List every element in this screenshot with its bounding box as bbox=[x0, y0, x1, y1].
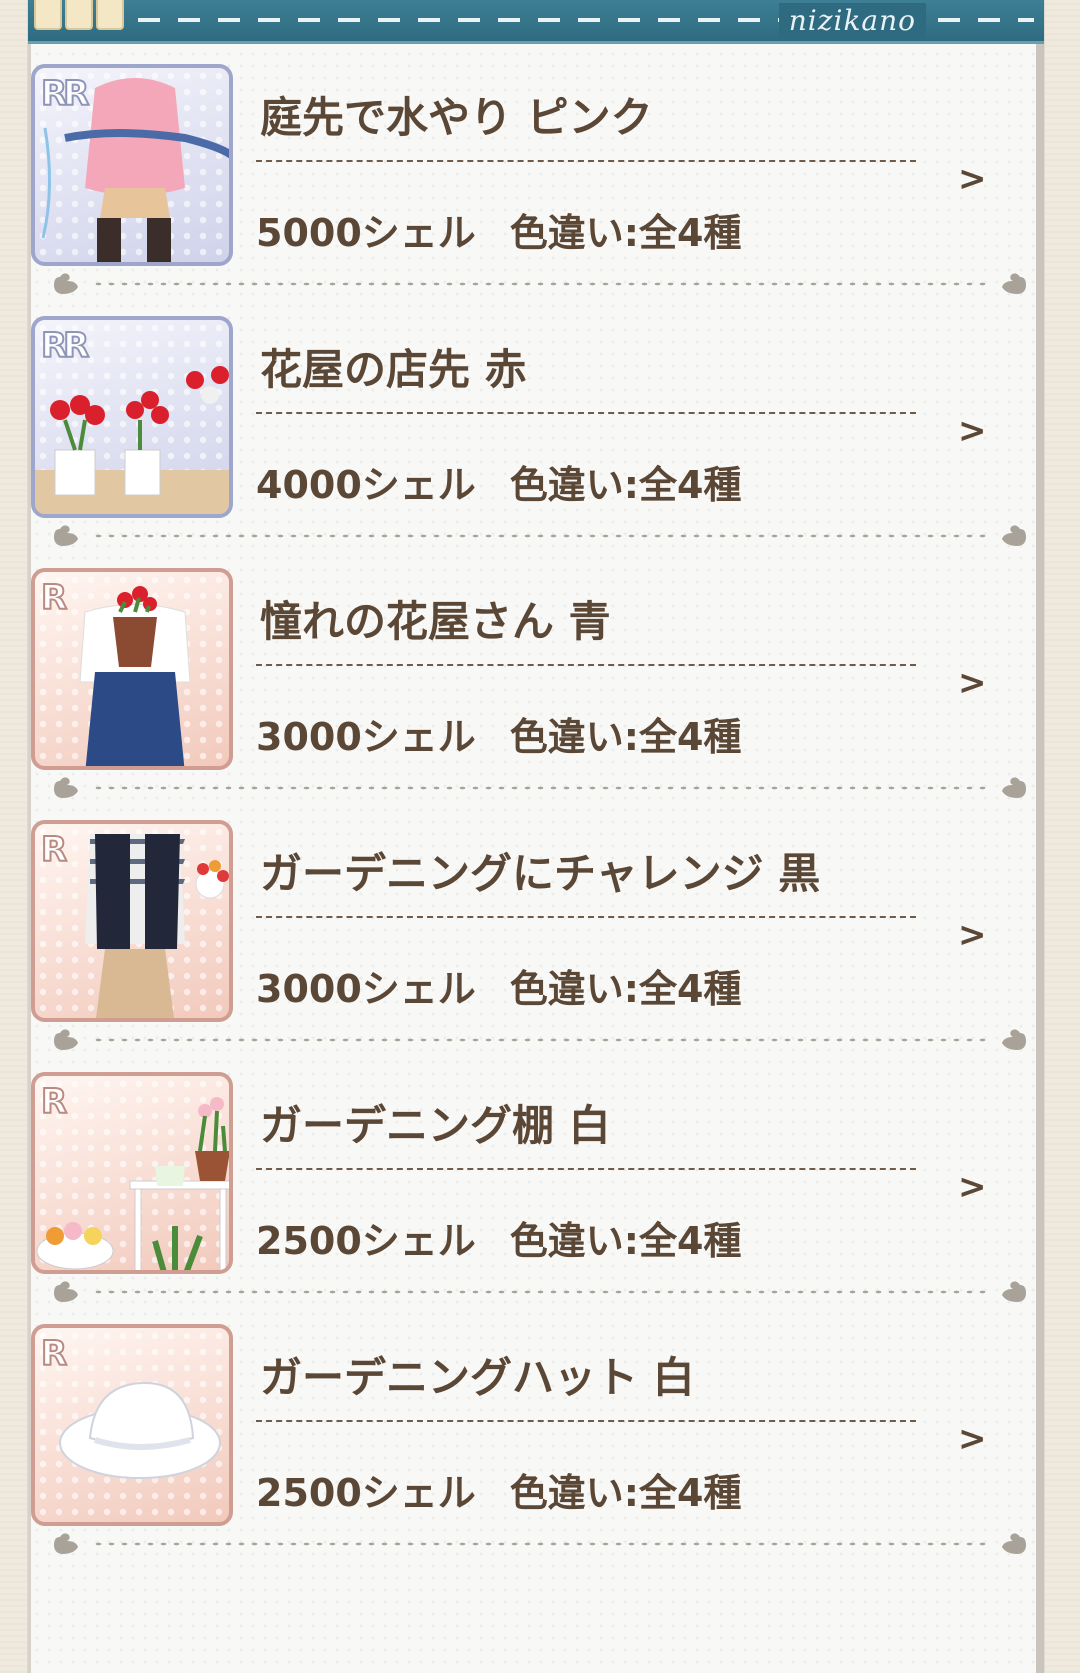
item-price: 5000シェル bbox=[256, 211, 476, 255]
item-thumbnail: RR bbox=[31, 316, 233, 518]
rarity-badge: R bbox=[40, 577, 68, 619]
item-price-line: 3000シェル 色違い:全4種 bbox=[256, 958, 741, 1013]
item-variants: 色違い:全4種 bbox=[509, 967, 742, 1011]
item-price-line: 3000シェル 色違い:全4種 bbox=[256, 706, 741, 761]
item-name: 庭先で水やり ピンク bbox=[260, 93, 653, 142]
dotted-divider bbox=[44, 777, 1036, 798]
dashed-divider bbox=[256, 160, 916, 162]
item-price-line: 2500シェル 色違い:全4種 bbox=[256, 1210, 741, 1265]
item-thumbnail: RR bbox=[31, 64, 233, 266]
item-name: ガーデニング棚 白 bbox=[260, 1101, 611, 1150]
header-bar: nizikano bbox=[28, 0, 1044, 44]
duck-icon bbox=[54, 273, 78, 294]
item-price-line: 2500シェル 色違い:全4種 bbox=[256, 1462, 741, 1517]
item-price: 3000シェル bbox=[256, 715, 476, 759]
item-variants: 色違い:全4種 bbox=[509, 211, 742, 255]
duck-icon bbox=[54, 525, 78, 546]
item-price: 4000シェル bbox=[256, 463, 476, 507]
dotted-divider bbox=[44, 525, 1036, 546]
list-item[interactable]: RR 庭先で水やり ピンク 5000シェル 色違い:全4種 > bbox=[28, 44, 1044, 296]
item-name: 花屋の店先 赤 bbox=[260, 345, 527, 394]
rarity-badge: R bbox=[40, 1081, 68, 1123]
dashed-divider bbox=[256, 1168, 916, 1170]
duck-icon bbox=[1002, 273, 1026, 294]
item-price-line: 5000シェル 色違い:全4種 bbox=[256, 202, 741, 257]
duck-icon bbox=[1002, 777, 1026, 798]
dotted-divider bbox=[44, 1533, 1036, 1554]
item-variants: 色違い:全4種 bbox=[509, 463, 742, 507]
dotted-divider bbox=[44, 273, 1036, 294]
dotted-divider bbox=[44, 1281, 1036, 1302]
item-price: 2500シェル bbox=[256, 1219, 476, 1263]
dashed-divider bbox=[256, 1420, 916, 1422]
item-price: 2500シェル bbox=[256, 1471, 476, 1515]
duck-icon bbox=[1002, 1029, 1026, 1050]
item-variants: 色違い:全4種 bbox=[509, 1471, 742, 1515]
duck-icon bbox=[54, 777, 78, 798]
chevron-right-icon[interactable]: > bbox=[958, 411, 987, 451]
chevron-right-icon[interactable]: > bbox=[958, 1419, 987, 1459]
dashed-divider bbox=[256, 412, 916, 414]
item-price-line: 4000シェル 色違い:全4種 bbox=[256, 454, 741, 509]
item-variants: 色違い:全4種 bbox=[509, 715, 742, 759]
duck-icon bbox=[54, 1029, 78, 1050]
dashed-divider bbox=[256, 916, 916, 918]
item-thumbnail: R bbox=[31, 1072, 233, 1274]
duck-icon bbox=[1002, 1281, 1026, 1302]
duck-icon bbox=[54, 1281, 78, 1302]
item-variants: 色違い:全4種 bbox=[509, 1219, 742, 1263]
item-name: 憧れの花屋さん 青 bbox=[260, 597, 611, 646]
list-item[interactable]: R ガーデニングハット 白 2500シェル 色違い:全4種 > bbox=[28, 1304, 1044, 1556]
item-name: ガーデニングにチャレンジ 黒 bbox=[260, 849, 821, 898]
chevron-right-icon[interactable]: > bbox=[958, 1167, 987, 1207]
list-item[interactable]: R 憧れの花屋さん 青 3000シェル 色違い:全4種 > bbox=[28, 548, 1044, 800]
item-price: 3000シェル bbox=[256, 967, 476, 1011]
dashed-divider bbox=[256, 664, 916, 666]
list-item[interactable]: R ガーデニングにチャレンジ 黒 3000シェル 色違い:全4種 > bbox=[28, 800, 1044, 1052]
item-thumbnail: R bbox=[31, 820, 233, 1022]
item-name: ガーデニングハット 白 bbox=[260, 1353, 695, 1402]
item-thumbnail: R bbox=[31, 1324, 233, 1526]
duck-icon bbox=[54, 1533, 78, 1554]
list-item[interactable]: RR 花屋の店先 赤 4000シェル 色違い:全4種 > bbox=[28, 296, 1044, 548]
rarity-badge: R bbox=[40, 1333, 68, 1375]
item-thumbnail: R bbox=[31, 568, 233, 770]
dotted-divider bbox=[44, 1029, 1036, 1050]
chevron-right-icon[interactable]: > bbox=[958, 159, 987, 199]
rarity-badge: R bbox=[40, 829, 68, 871]
duck-icon bbox=[1002, 1533, 1026, 1554]
item-list: RR 庭先で水やり ピンク 5000シェル 色違い:全4種 > RR 花屋の店先… bbox=[28, 44, 1044, 1556]
list-item[interactable]: R ガーデニング棚 白 2500シェル 色違い:全4種 > bbox=[28, 1052, 1044, 1304]
chevron-right-icon[interactable]: > bbox=[958, 663, 987, 703]
brand-logo: nizikano bbox=[778, 3, 926, 39]
duck-icon bbox=[1002, 525, 1026, 546]
tab-decoration bbox=[34, 0, 134, 30]
rarity-badge: RR bbox=[40, 73, 90, 115]
chevron-right-icon[interactable]: > bbox=[958, 915, 987, 955]
rarity-badge: RR bbox=[40, 325, 90, 367]
